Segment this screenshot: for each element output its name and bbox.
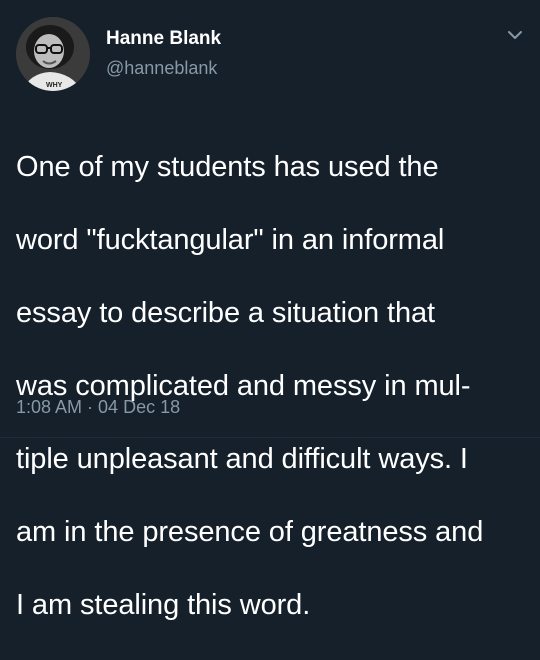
tweet-text-line: am in the presence of greatness and <box>16 515 484 548</box>
tweet-text-line: essay to describe a situation that <box>16 296 435 329</box>
chevron-down-icon <box>508 31 522 39</box>
avatar-shirt-text: WHY <box>46 82 63 89</box>
tweet-text-line: word "fucktangular" in an informal <box>16 223 445 256</box>
meta-separator: · <box>87 397 94 417</box>
tweet-text: One of my students has used the word "fu… <box>16 112 528 660</box>
author-name[interactable]: Hanne Blank <box>106 28 221 50</box>
tweet-menu-button[interactable] <box>506 26 524 44</box>
tweet-text-line: One of my students has used the <box>16 150 439 183</box>
avatar[interactable]: WHY <box>16 17 90 91</box>
author-handle[interactable]: @hanneblank <box>106 57 217 79</box>
tweet-text-line: tiple unpleasant and difficult ways. I <box>16 442 468 475</box>
tweet-date: 04 Dec 18 <box>98 397 181 417</box>
tweet-timestamp[interactable]: 1:08 AM · 04 Dec 18 <box>16 396 180 418</box>
tweet-text-line: I am stealing this word. <box>16 588 311 621</box>
tweet-card[interactable]: WHY Hanne Blank @hanneblank One of my st… <box>0 0 540 621</box>
avatar-image: WHY <box>16 17 90 91</box>
tweet-time: 1:08 AM <box>16 397 83 417</box>
